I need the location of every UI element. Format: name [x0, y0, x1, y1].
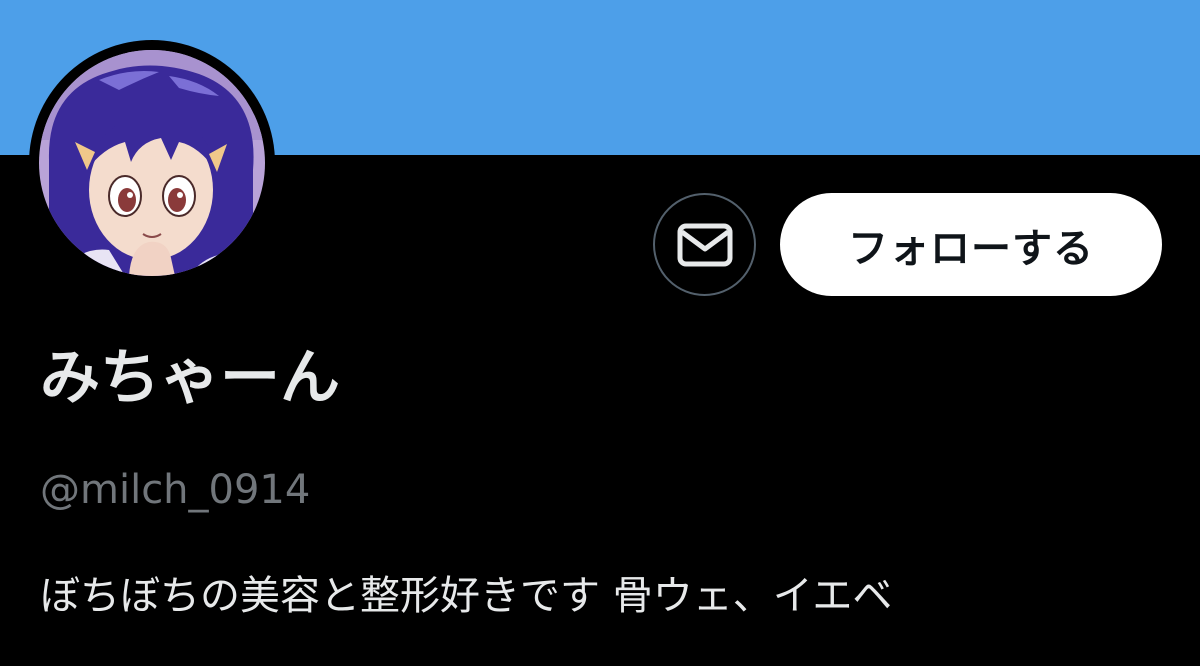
- profile-bio: ぼちぼちの美容と整形好きです 骨ウェ、イエベ: [40, 573, 893, 619]
- user-handle: @milch_0914: [40, 467, 311, 513]
- profile-page: フォローする みちゃーん @milch_0914 ぼちぼちの美容と整形好きです …: [0, 0, 1200, 666]
- avatar-image: [39, 50, 265, 276]
- profile-avatar[interactable]: [29, 40, 275, 286]
- display-name: みちゃーん: [40, 343, 340, 413]
- envelope-icon: [677, 223, 732, 266]
- follow-button[interactable]: フォローする: [780, 193, 1162, 296]
- message-button[interactable]: [653, 193, 756, 296]
